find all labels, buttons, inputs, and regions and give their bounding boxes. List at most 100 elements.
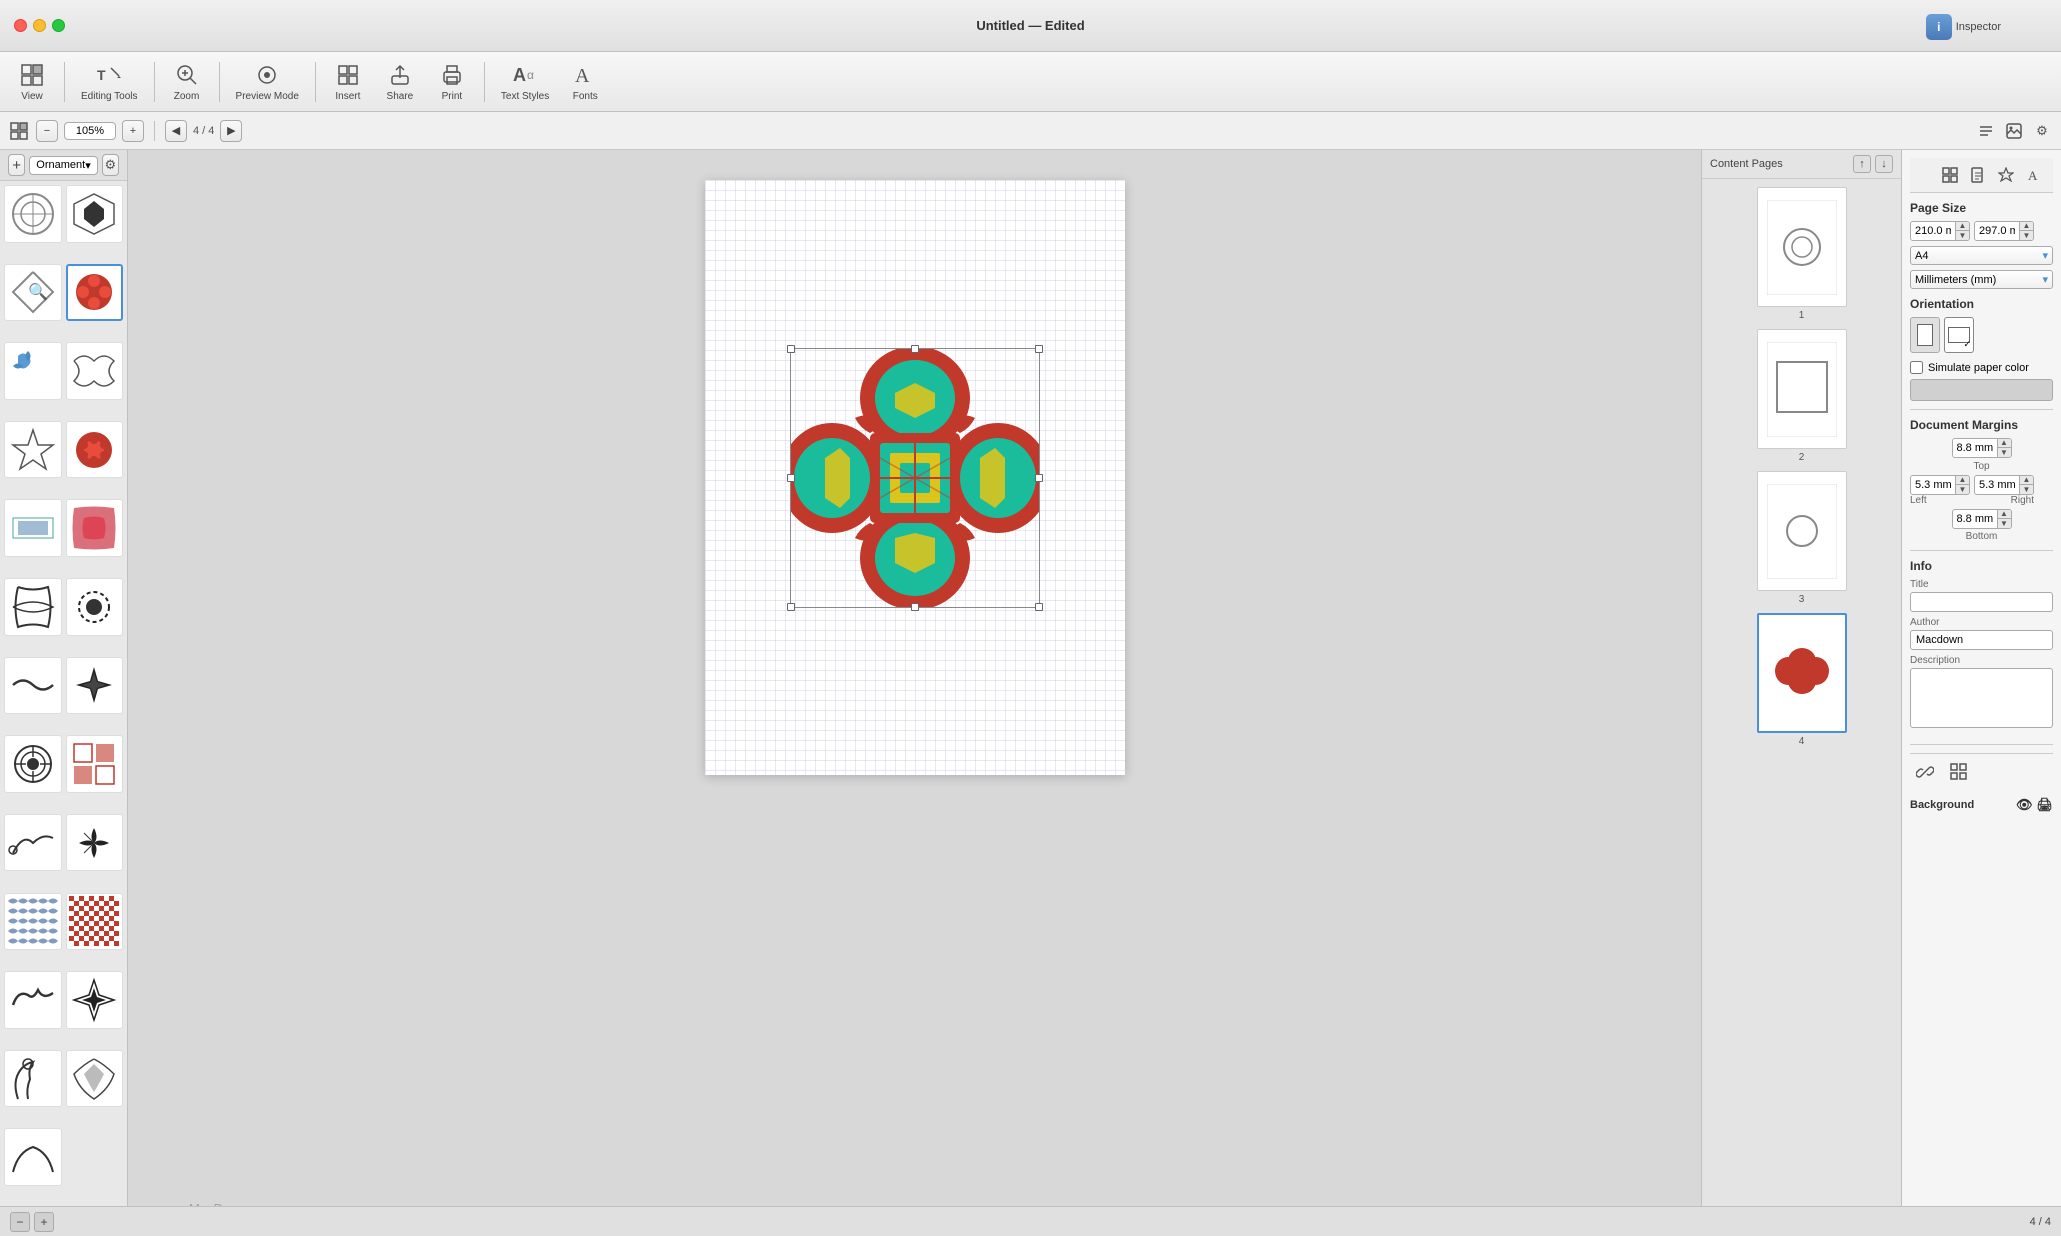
category-dropdown[interactable]: Ornament ▾ <box>29 156 97 175</box>
sim-paper-color-swatch[interactable] <box>1910 379 2053 401</box>
top-margin-input[interactable] <box>1953 440 1997 456</box>
inspector-grid-icon[interactable] <box>1944 760 1974 787</box>
toolbar-print[interactable]: Print <box>428 57 476 106</box>
zoom-in-btn[interactable]: + <box>122 120 144 142</box>
ornament-item[interactable] <box>4 185 62 243</box>
toolbar-share[interactable]: Share <box>376 57 424 106</box>
ornament-item[interactable] <box>66 499 124 557</box>
format-icon[interactable] <box>1975 120 1997 142</box>
ornament-item[interactable] <box>66 657 124 715</box>
thumbnails-title: Content Pages <box>1710 158 1783 170</box>
ornament-item[interactable] <box>4 421 62 479</box>
right-up[interactable]: ▲ <box>2019 476 2033 485</box>
settings-icon[interactable]: ⚙ <box>2031 120 2053 142</box>
ornament-item[interactable] <box>4 499 62 557</box>
prev-page-btn[interactable]: ◀ <box>165 120 187 142</box>
paper-size-select[interactable]: A4 ▾ <box>1910 246 2053 265</box>
ornament-item[interactable] <box>66 578 124 636</box>
image-icon[interactable] <box>2003 120 2025 142</box>
ornament-item[interactable] <box>4 657 62 715</box>
right-margin-input[interactable] <box>1975 477 2019 493</box>
height-input[interactable] <box>1975 223 2019 239</box>
width-down[interactable]: ▼ <box>1955 231 1969 240</box>
bottom-margin-input[interactable] <box>1953 511 1997 527</box>
ornament-item[interactable] <box>4 971 62 1029</box>
thumb-item-2[interactable]: 2 <box>1710 329 1893 463</box>
ornament-item[interactable] <box>66 1050 124 1108</box>
btm-plus-btn[interactable]: + <box>34 1212 54 1232</box>
toolbar-text-styles[interactable]: Aα Text Styles <box>493 57 557 106</box>
title-input[interactable] <box>1910 592 2053 612</box>
minimize-button[interactable] <box>33 19 46 32</box>
top-down[interactable]: ▼ <box>1997 448 2011 457</box>
toolbar-zoom[interactable]: Zoom <box>163 57 211 106</box>
ornament-item[interactable] <box>66 735 124 793</box>
simulate-paper-color-checkbox[interactable] <box>1910 361 1923 374</box>
inspector-icon[interactable]: i <box>1926 14 1952 40</box>
maximize-button[interactable] <box>52 19 65 32</box>
inspector-panel: A Page Size ▲ ▼ ▲ ▼ A4 <box>1901 150 2061 1236</box>
ornament-item[interactable] <box>66 342 124 400</box>
inspector-doc-icon[interactable] <box>1967 164 1989 186</box>
toolbar-editing-tools[interactable]: T Editing Tools <box>73 57 146 106</box>
inspector-text-icon[interactable]: A <box>2023 164 2045 186</box>
thumb-item-4[interactable]: 4 <box>1710 613 1893 747</box>
ornament-item-selected[interactable] <box>66 264 124 322</box>
thumb-item-1[interactable]: 1 <box>1710 187 1893 321</box>
ornament-item[interactable] <box>66 814 124 872</box>
units-select[interactable]: Millimeters (mm) ▾ <box>1910 270 2053 289</box>
thumb-item-3[interactable]: 3 <box>1710 471 1893 605</box>
left-up[interactable]: ▲ <box>1955 476 1969 485</box>
width-input[interactable] <box>1911 223 1955 239</box>
zoom-out-btn[interactable]: − <box>36 120 58 142</box>
top-up[interactable]: ▲ <box>1997 439 2011 448</box>
toolbar-insert[interactable]: Insert <box>324 57 372 106</box>
thumbs-down-btn[interactable]: ↓ <box>1875 155 1893 173</box>
toolbar-view[interactable]: View <box>8 57 56 106</box>
toolbar-fonts[interactable]: A Fonts <box>561 57 609 106</box>
top-margin-stepper: ▲ ▼ <box>1997 439 2011 457</box>
ornament-item[interactable] <box>4 1050 62 1108</box>
height-up[interactable]: ▲ <box>2019 222 2033 231</box>
ornament-item[interactable] <box>66 421 124 479</box>
right-down[interactable]: ▼ <box>2019 485 2033 494</box>
ornament-item[interactable] <box>4 814 62 872</box>
canvas-area[interactable]: www.MacDown.com <box>128 150 1701 1236</box>
zoom-icon <box>173 61 201 89</box>
close-button[interactable] <box>14 19 27 32</box>
ornament-item[interactable] <box>4 342 62 400</box>
inspector-bottom-icons <box>1910 753 2053 791</box>
sep <box>154 121 155 141</box>
thumbs-up-btn[interactable]: ↑ <box>1853 155 1871 173</box>
zoom-display[interactable]: 105% <box>64 122 116 140</box>
grid-view-btn[interactable] <box>8 120 30 142</box>
ornament-item[interactable] <box>4 893 62 951</box>
width-up[interactable]: ▲ <box>1955 222 1969 231</box>
ornament-item[interactable] <box>4 1128 62 1186</box>
next-page-btn[interactable]: ▶ <box>220 120 242 142</box>
add-item-btn[interactable]: + <box>8 154 25 176</box>
btm-minus-btn[interactable]: − <box>10 1212 30 1232</box>
author-input[interactable] <box>1910 630 2053 650</box>
left-down[interactable]: ▼ <box>1955 485 1969 494</box>
ornament-item[interactable] <box>4 578 62 636</box>
portrait-btn[interactable] <box>1910 317 1940 353</box>
toolbar-preview-mode[interactable]: Preview Mode <box>228 57 307 106</box>
ornament-item[interactable] <box>4 735 62 793</box>
bottom-up[interactable]: ▲ <box>1997 510 2011 519</box>
ornament-item[interactable]: 🔍 <box>4 264 62 322</box>
bg-print-icon[interactable]: 🖨 <box>2036 797 2053 813</box>
inspector-link-icon[interactable] <box>1910 760 1940 787</box>
ornament-item[interactable] <box>66 893 124 951</box>
inspector-format-icon[interactable] <box>1939 164 1961 186</box>
inspector-star-icon[interactable] <box>1995 164 2017 186</box>
bottom-down[interactable]: ▼ <box>1997 519 2011 528</box>
bg-eye-icon[interactable]: 👁 <box>2016 797 2033 813</box>
settings-btn[interactable]: ⚙ <box>102 154 119 176</box>
landscape-btn[interactable]: ✓ <box>1944 317 1974 353</box>
description-textarea[interactable] <box>1910 668 2053 728</box>
ornament-item[interactable] <box>66 185 124 243</box>
left-margin-input[interactable] <box>1911 477 1955 493</box>
height-down[interactable]: ▼ <box>2019 231 2033 240</box>
ornament-item[interactable] <box>66 971 124 1029</box>
